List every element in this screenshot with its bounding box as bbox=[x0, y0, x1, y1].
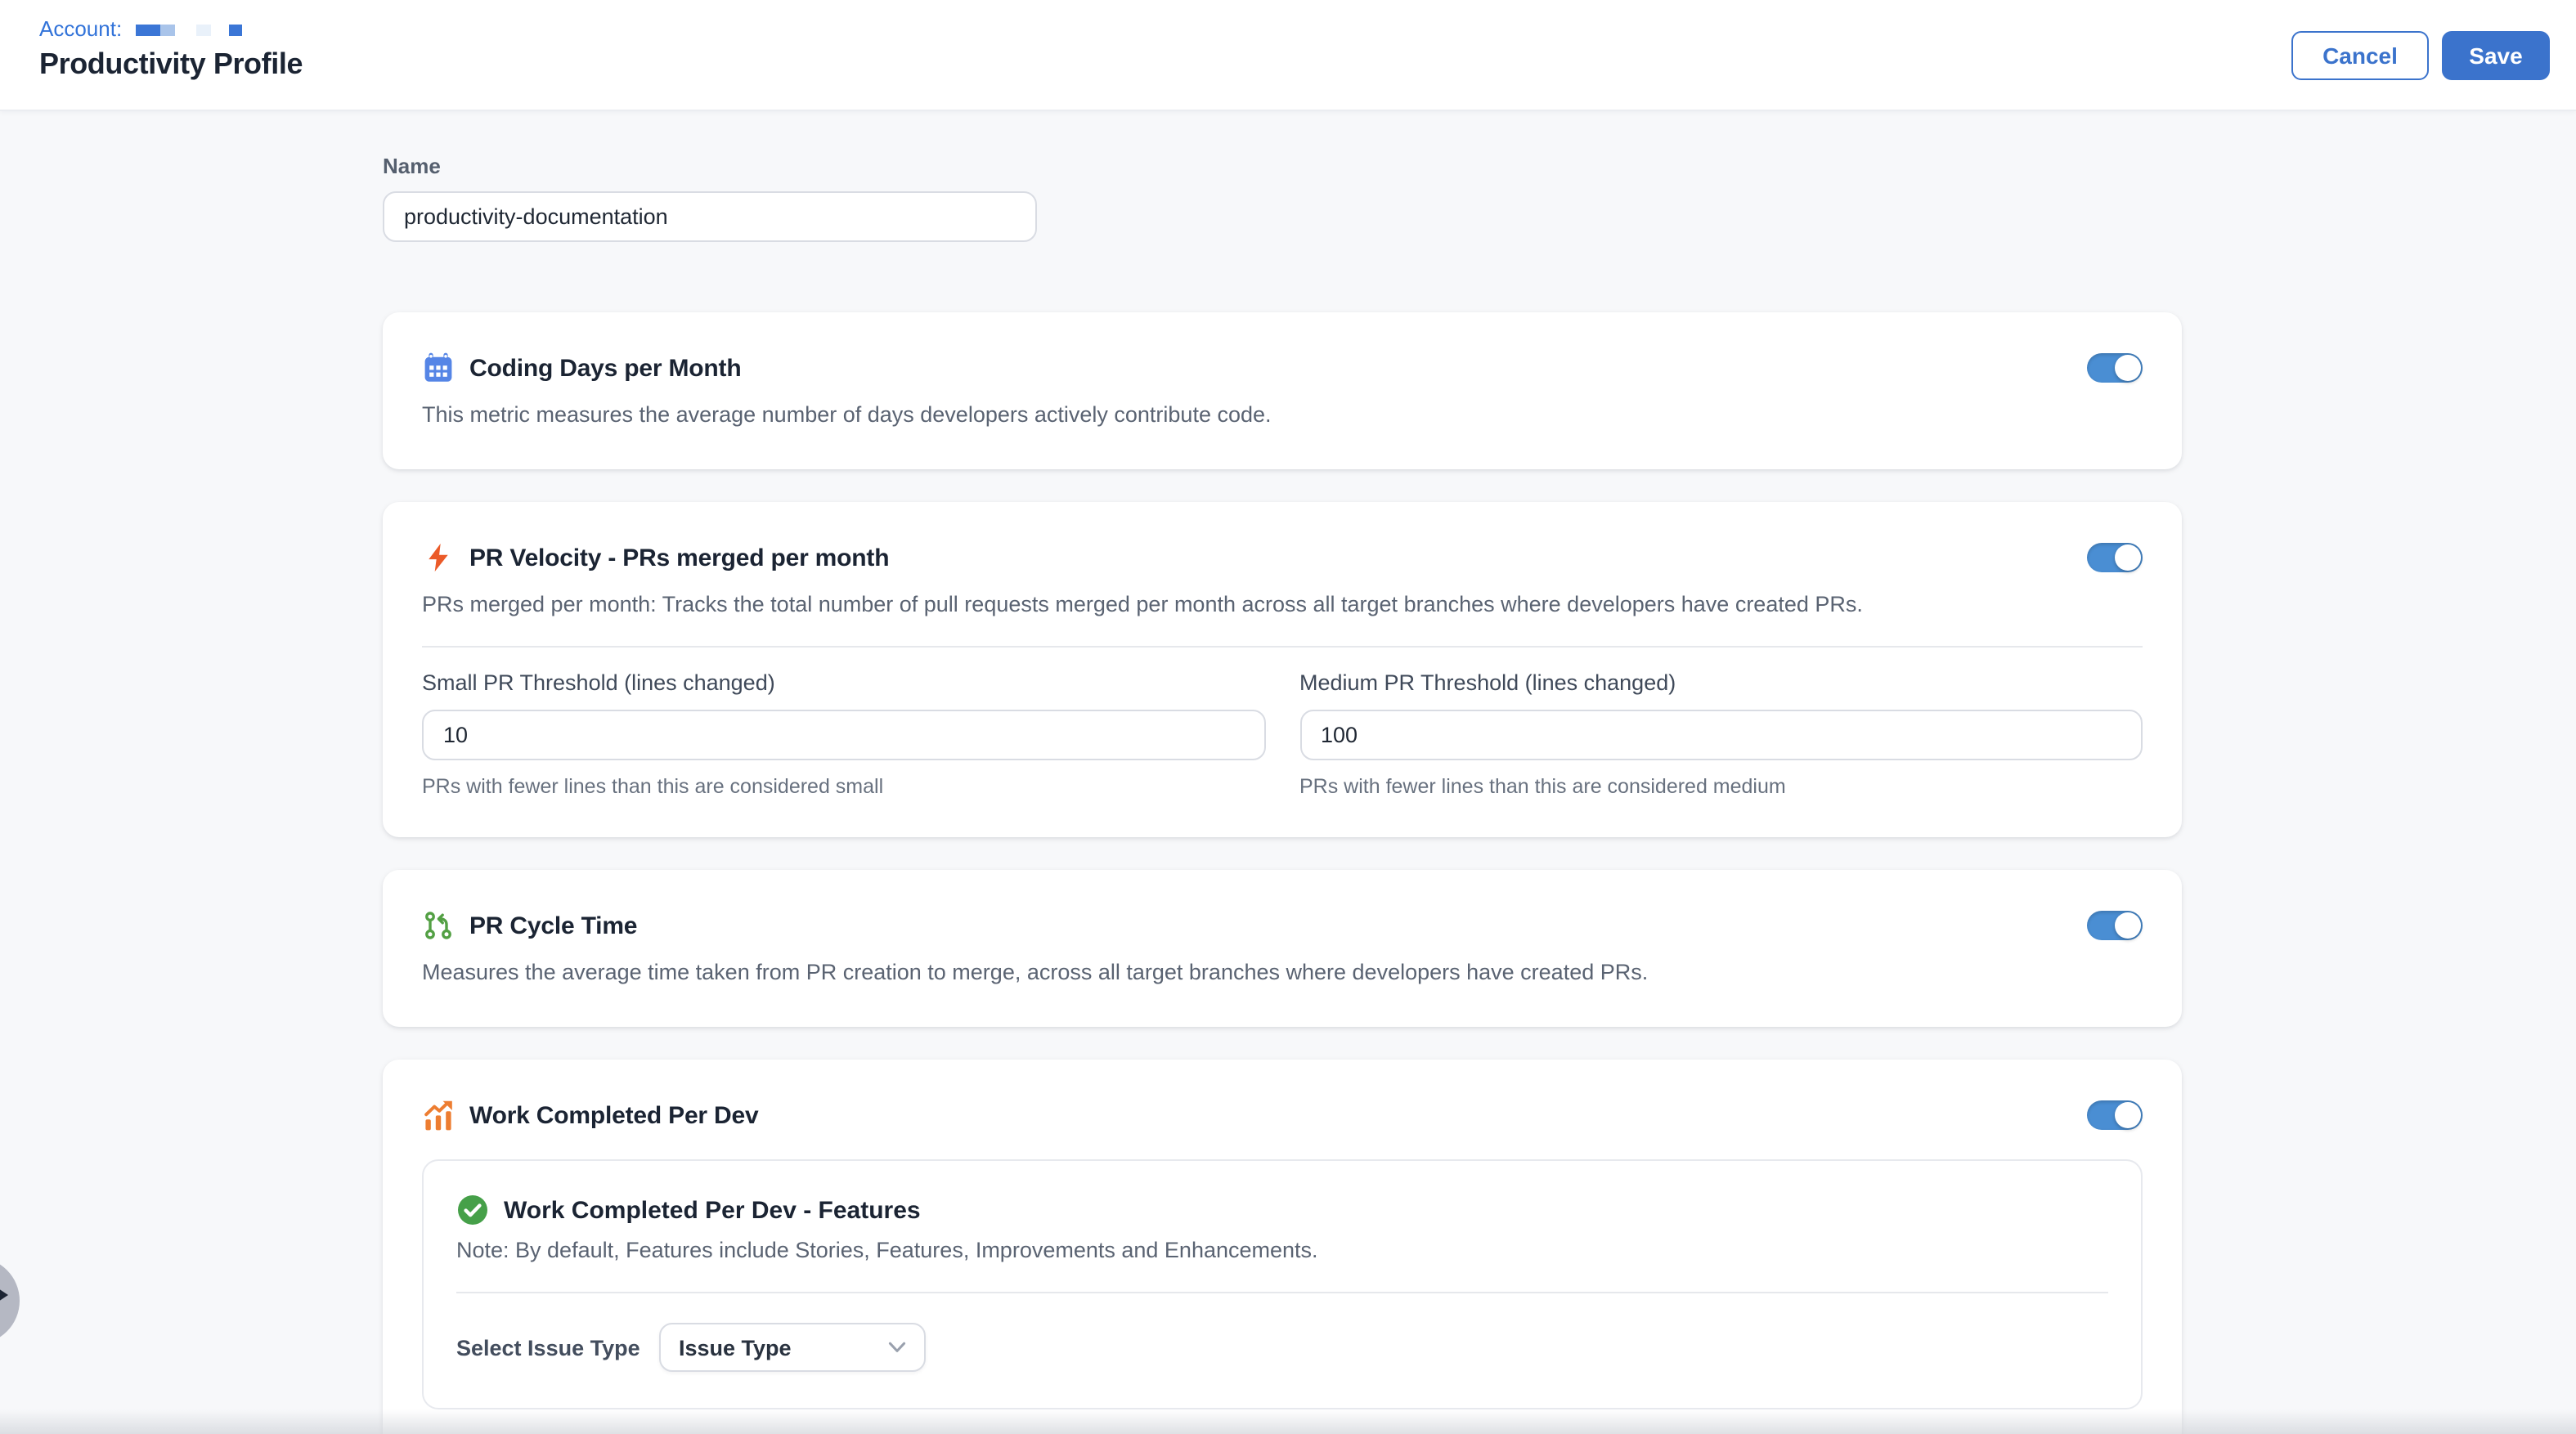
header-actions: Cancel Save bbox=[2291, 31, 2550, 80]
coding-days-toggle[interactable] bbox=[2087, 353, 2143, 383]
divider bbox=[456, 1292, 2108, 1293]
save-button[interactable]: Save bbox=[2442, 31, 2550, 80]
account-link[interactable]: Account: bbox=[39, 16, 122, 41]
main-content: Name bbox=[0, 111, 2182, 1434]
work-completed-features-section: Work Completed Per Dev - Features Note: … bbox=[422, 1159, 2143, 1409]
work-completed-toggle[interactable] bbox=[2087, 1100, 2143, 1130]
medium-pr-threshold-label: Medium PR Threshold (lines changed) bbox=[1299, 670, 2143, 695]
small-pr-threshold-group: Small PR Threshold (lines changed) PRs w… bbox=[422, 670, 1265, 798]
cancel-button[interactable]: Cancel bbox=[2291, 31, 2429, 80]
issue-type-select[interactable]: Issue Type bbox=[659, 1323, 926, 1372]
check-circle-icon bbox=[456, 1194, 489, 1226]
account-name-redacted bbox=[135, 25, 159, 36]
subsection-note: Note: By default, Features include Stori… bbox=[456, 1238, 2108, 1262]
card-pr-velocity: PR Velocity - PRs merged per month PRs m… bbox=[383, 502, 2182, 837]
profile-name-input[interactable] bbox=[383, 191, 1037, 242]
productivity-profile-page: Account: Productivity Profile Cancel Sav… bbox=[0, 0, 2576, 1434]
card-work-completed-per-dev: Work Completed Per Dev Work Completed Pe… bbox=[383, 1060, 2182, 1434]
account-name-redacted bbox=[195, 25, 210, 36]
name-label: Name bbox=[383, 154, 2182, 178]
triangle-right-icon bbox=[0, 1285, 8, 1305]
page-title: Productivity Profile bbox=[39, 47, 303, 82]
pr-cycle-time-toggle[interactable] bbox=[2087, 911, 2143, 940]
card-description: PRs merged per month: Tracks the total n… bbox=[422, 590, 2143, 620]
subsection-title: Work Completed Per Dev - Features bbox=[504, 1196, 921, 1224]
card-description: This metric measures the average number … bbox=[422, 401, 2143, 430]
small-pr-threshold-input[interactable] bbox=[422, 710, 1265, 760]
toggle-knob bbox=[2115, 544, 2141, 571]
chevron-down-icon bbox=[888, 1341, 906, 1354]
calendar-icon bbox=[422, 352, 455, 384]
chart-increasing-icon bbox=[422, 1099, 455, 1132]
card-title: PR Cycle Time bbox=[469, 912, 637, 939]
git-pull-request-icon bbox=[422, 909, 455, 942]
account-name-redacted bbox=[159, 25, 174, 36]
small-pr-threshold-helper: PRs with fewer lines than this are consi… bbox=[422, 775, 1265, 798]
card-title: Coding Days per Month bbox=[469, 354, 741, 382]
card-pr-cycle-time: PR Cycle Time Measures the average time … bbox=[383, 870, 2182, 1027]
pr-velocity-toggle[interactable] bbox=[2087, 543, 2143, 572]
card-title: PR Velocity - PRs merged per month bbox=[469, 544, 889, 571]
medium-pr-threshold-group: Medium PR Threshold (lines changed) PRs … bbox=[1299, 670, 2143, 798]
divider bbox=[422, 646, 2143, 648]
medium-pr-threshold-helper: PRs with fewer lines than this are consi… bbox=[1299, 775, 2143, 798]
toggle-knob bbox=[2115, 912, 2141, 939]
account-name-redacted bbox=[228, 25, 241, 36]
toggle-knob bbox=[2115, 355, 2141, 381]
toggle-knob bbox=[2115, 1102, 2141, 1128]
header: Account: Productivity Profile Cancel Sav… bbox=[0, 0, 2576, 111]
card-coding-days-per-month: Coding Days per Month This metric measur… bbox=[383, 312, 2182, 469]
select-issue-type-label: Select Issue Type bbox=[456, 1335, 659, 1360]
card-description: Measures the average time taken from PR … bbox=[422, 958, 2143, 988]
medium-pr-threshold-input[interactable] bbox=[1299, 710, 2143, 760]
breadcrumb: Account: bbox=[39, 16, 241, 41]
card-title: Work Completed Per Dev bbox=[469, 1101, 759, 1129]
small-pr-threshold-label: Small PR Threshold (lines changed) bbox=[422, 670, 1265, 695]
lightning-icon bbox=[422, 541, 455, 574]
issue-type-select-value: Issue Type bbox=[679, 1335, 792, 1360]
